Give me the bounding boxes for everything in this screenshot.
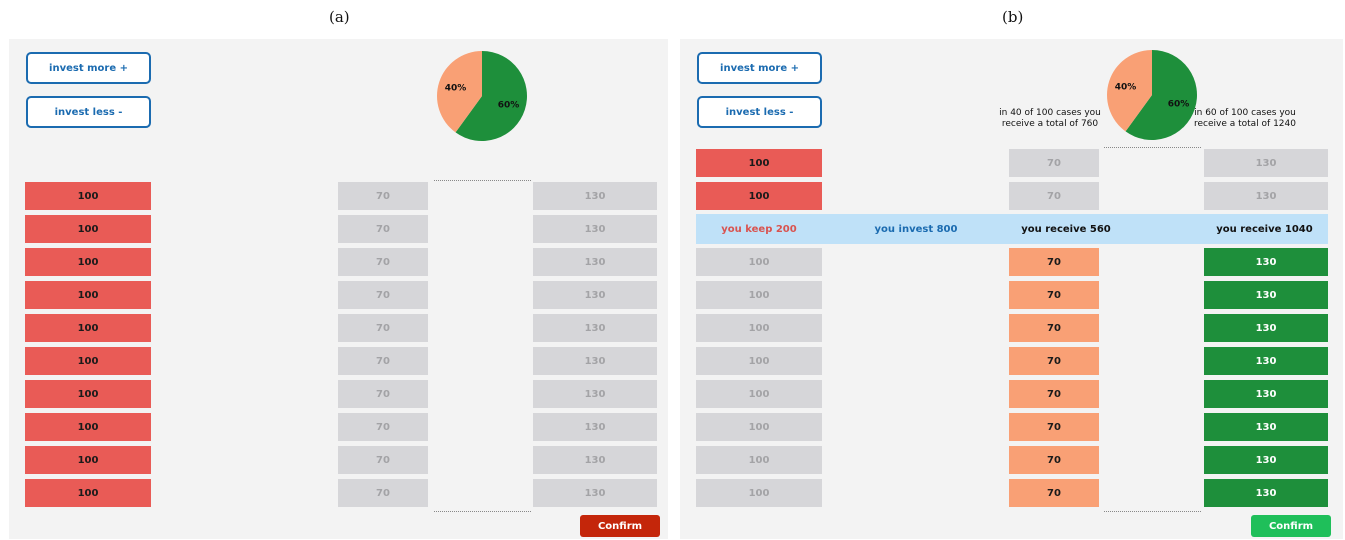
high-outcome-cell: 130 [1204, 380, 1328, 408]
pie-slice-label: 60% [498, 101, 520, 111]
low-outcome-cell: 70 [1009, 281, 1099, 309]
keep-cell: 100 [25, 314, 151, 342]
high-outcome-cell: 130 [533, 248, 657, 276]
confirm-button[interactable]: Confirm [580, 515, 660, 537]
invest-less-button[interactable]: invest less - [697, 96, 822, 128]
invested-cell: 100 [696, 413, 822, 441]
low-outcome-cell: 70 [338, 215, 428, 243]
pie-slice-label: 40% [445, 83, 467, 93]
low-outcome-cell: 70 [338, 479, 428, 507]
low-outcome-cell: 70 [1009, 182, 1099, 210]
high-outcome-cell: 130 [1204, 149, 1328, 177]
high-outcome-cell: 130 [1204, 314, 1328, 342]
invest-less-button[interactable]: invest less - [26, 96, 151, 128]
low-outcome-cell: 70 [338, 347, 428, 375]
keep-cell: 100 [25, 380, 151, 408]
low-outcome-cell: 70 [338, 314, 428, 342]
summary-receive-high: you receive 1040 [1216, 223, 1313, 235]
low-outcome-cell: 70 [338, 281, 428, 309]
low-outcome-cell: 70 [338, 446, 428, 474]
high-outcome-cell: 130 [1204, 413, 1328, 441]
keep-cell: 100 [696, 182, 822, 210]
panel-a: invest more + invest less - 60% 40% 100 70… [9, 39, 668, 539]
low-outcome-cell: 70 [1009, 149, 1099, 177]
invested-cell: 100 [696, 380, 822, 408]
low-outcome-cell: 70 [1009, 479, 1099, 507]
low-outcome-cell: 70 [1009, 347, 1099, 375]
info-low-outcome: in 40 of 100 cases you receive a total o… [999, 108, 1101, 129]
high-outcome-cell: 130 [533, 182, 657, 210]
summary-invest: you invest 800 [874, 223, 958, 235]
keep-cell: 100 [25, 347, 151, 375]
low-outcome-cell: 70 [338, 413, 428, 441]
keep-cell: 100 [25, 182, 151, 210]
caption-b: (b) [1002, 8, 1024, 26]
low-outcome-cell: 70 [338, 248, 428, 276]
invested-cell: 100 [696, 281, 822, 309]
dotted-separator-top [434, 180, 531, 181]
low-outcome-cell: 70 [338, 182, 428, 210]
keep-cell: 100 [25, 446, 151, 474]
panel-b: invest more + invest less - 60% 40% in 40… [680, 39, 1343, 539]
high-outcome-cell: 130 [533, 281, 657, 309]
keep-cell: 100 [696, 149, 822, 177]
keep-cell: 100 [25, 215, 151, 243]
high-outcome-cell: 130 [1204, 446, 1328, 474]
high-outcome-cell: 130 [1204, 347, 1328, 375]
high-outcome-cell: 130 [1204, 281, 1328, 309]
low-outcome-cell: 70 [1009, 380, 1099, 408]
dotted-separator-bottom [434, 511, 531, 512]
high-outcome-cell: 130 [533, 215, 657, 243]
high-outcome-cell: 130 [1204, 248, 1328, 276]
confirm-button[interactable]: Confirm [1251, 515, 1331, 537]
keep-cell: 100 [25, 281, 151, 309]
probability-pie-chart: 60% 40% [437, 51, 527, 141]
low-outcome-cell: 70 [1009, 314, 1099, 342]
dotted-separator-top [1104, 147, 1201, 148]
caption-a: (a) [329, 8, 350, 26]
keep-cell: 100 [25, 248, 151, 276]
high-outcome-cell: 130 [533, 479, 657, 507]
keep-cell: 100 [25, 479, 151, 507]
low-outcome-cell: 70 [338, 380, 428, 408]
invest-more-button[interactable]: invest more + [697, 52, 822, 84]
summary-receive-low: you receive 560 [1021, 223, 1111, 235]
high-outcome-cell: 130 [533, 446, 657, 474]
high-outcome-cell: 130 [533, 380, 657, 408]
low-outcome-cell: 70 [1009, 446, 1099, 474]
high-outcome-cell: 130 [1204, 479, 1328, 507]
invested-cell: 100 [696, 314, 822, 342]
invested-cell: 100 [696, 347, 822, 375]
high-outcome-cell: 130 [533, 413, 657, 441]
high-outcome-cell: 130 [1204, 182, 1328, 210]
invested-cell: 100 [696, 248, 822, 276]
high-outcome-cell: 130 [533, 347, 657, 375]
invest-more-button[interactable]: invest more + [26, 52, 151, 84]
high-outcome-cell: 130 [533, 314, 657, 342]
dotted-separator-bottom [1104, 511, 1201, 512]
low-outcome-cell: 70 [1009, 248, 1099, 276]
info-high-outcome: in 60 of 100 cases you receive a total o… [1193, 108, 1296, 129]
summary-keep: you keep 200 [721, 223, 797, 235]
invested-cell: 100 [696, 446, 822, 474]
invested-cell: 100 [696, 479, 822, 507]
keep-cell: 100 [25, 413, 151, 441]
summary-bar: you keep 200 you invest 800 you receive … [696, 214, 1328, 244]
low-outcome-cell: 70 [1009, 413, 1099, 441]
pie-slice-label: 40% [1115, 82, 1137, 92]
